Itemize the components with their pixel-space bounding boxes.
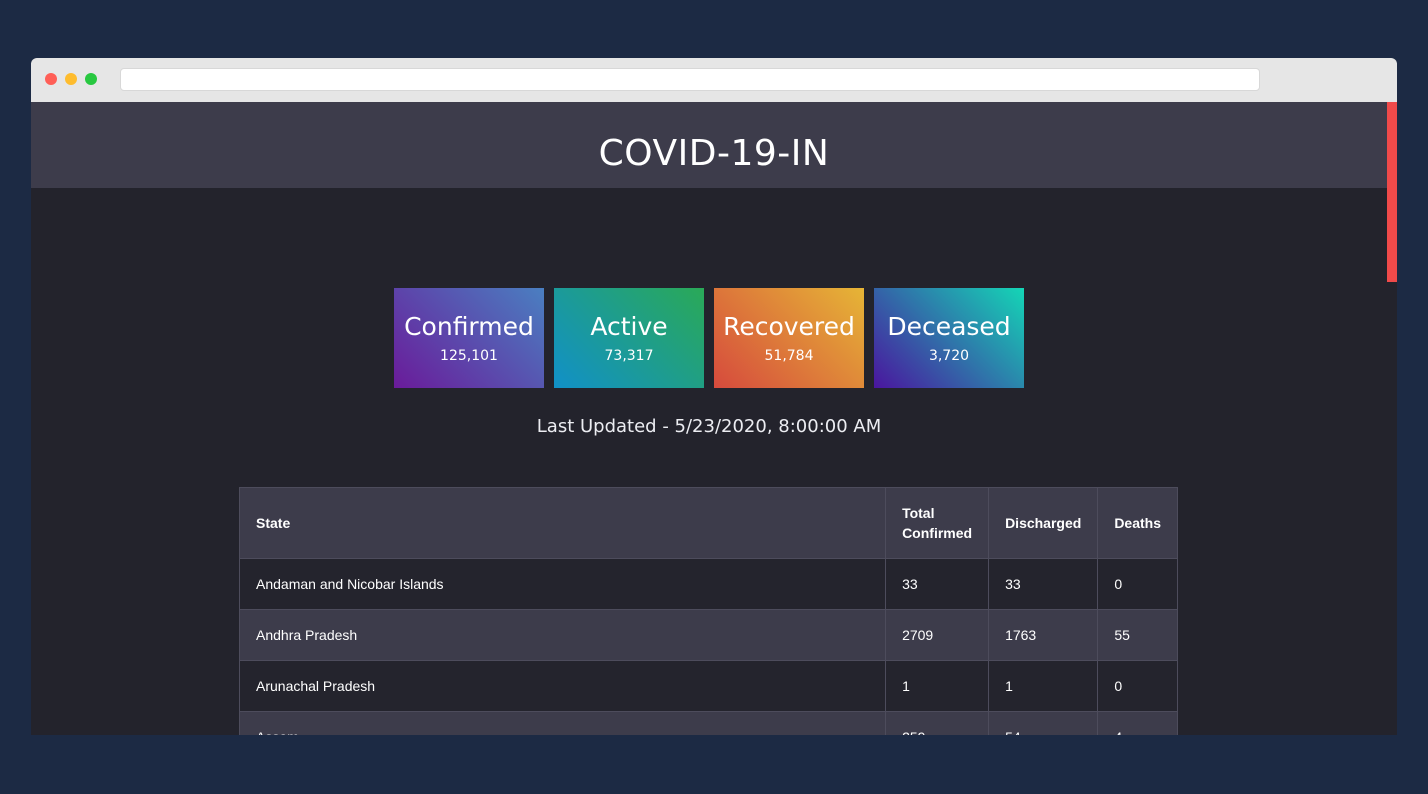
scrollbar[interactable] <box>1387 102 1397 735</box>
minimize-window-icon[interactable] <box>65 73 77 85</box>
card-value: 3,720 <box>928 348 970 364</box>
table-row[interactable]: Assam 259 54 4 <box>238 711 1178 735</box>
table-row[interactable]: Arunachal Pradesh 1 1 0 <box>238 660 1178 712</box>
total-confirmed-cell: 2709 <box>885 609 990 661</box>
maximize-window-icon[interactable] <box>85 73 97 85</box>
column-header-state[interactable]: State <box>238 487 887 559</box>
recovered-card: Recovered 51,784 <box>714 288 864 388</box>
deaths-cell: 0 <box>1097 660 1178 712</box>
card-label: Recovered <box>723 312 855 341</box>
browser-window: COVID-19-IN Confirmed 125,101 Active 73,… <box>31 58 1397 735</box>
page-viewport: COVID-19-IN Confirmed 125,101 Active 73,… <box>31 102 1397 735</box>
column-header-total-confirmed[interactable]: Total Confirmed <box>885 487 990 559</box>
total-confirmed-cell: 1 <box>885 660 990 712</box>
column-header-deaths[interactable]: Deaths <box>1097 487 1178 559</box>
state-cell: Andaman and Nicobar Islands <box>238 558 887 610</box>
table-row[interactable]: Andaman and Nicobar Islands 33 33 0 <box>238 558 1178 610</box>
last-updated-text: Last Updated - 5/23/2020, 8:00:00 AM <box>536 416 882 437</box>
page-title: COVID-19-IN <box>598 133 830 174</box>
deceased-card: Deceased 3,720 <box>874 288 1024 388</box>
card-value: 125,101 <box>440 348 498 364</box>
card-value: 51,784 <box>764 348 814 364</box>
card-label: Active <box>590 312 668 341</box>
close-window-icon[interactable] <box>45 73 57 85</box>
deaths-cell: 0 <box>1097 558 1178 610</box>
scrollbar-thumb[interactable] <box>1387 102 1397 282</box>
discharged-cell: 1763 <box>988 609 1099 661</box>
card-value: 73,317 <box>604 348 654 364</box>
state-cell: Andhra Pradesh <box>238 609 887 661</box>
table-header-row: State Total Confirmed Discharged Deaths <box>238 487 1178 559</box>
site-header: COVID-19-IN <box>31 102 1397 188</box>
confirmed-card: Confirmed 125,101 <box>394 288 544 388</box>
deaths-cell: 4 <box>1097 711 1178 735</box>
column-header-discharged[interactable]: Discharged <box>988 487 1099 559</box>
states-table: State Total Confirmed Discharged Deaths … <box>238 487 1178 735</box>
discharged-cell: 54 <box>988 711 1099 735</box>
active-card: Active 73,317 <box>554 288 704 388</box>
summary-cards: Confirmed 125,101 Active 73,317 Recovere… <box>394 288 1024 388</box>
discharged-cell: 1 <box>988 660 1099 712</box>
state-cell: Arunachal Pradesh <box>238 660 887 712</box>
state-cell: Assam <box>238 711 887 735</box>
card-label: Confirmed <box>404 312 534 341</box>
total-confirmed-cell: 259 <box>885 711 990 735</box>
total-confirmed-cell: 33 <box>885 558 990 610</box>
address-bar[interactable] <box>120 68 1260 91</box>
discharged-cell: 33 <box>988 558 1099 610</box>
card-label: Deceased <box>887 312 1011 341</box>
browser-titlebar <box>31 58 1397 102</box>
deaths-cell: 55 <box>1097 609 1178 661</box>
table-row[interactable]: Andhra Pradesh 2709 1763 55 <box>238 609 1178 661</box>
